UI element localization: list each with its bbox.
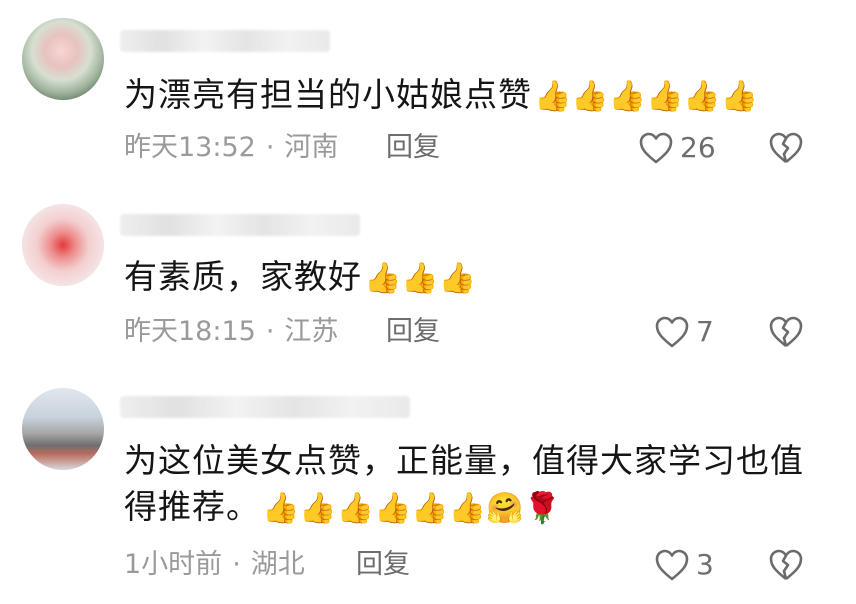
location: 河南 xyxy=(284,132,339,163)
location: 江苏 xyxy=(284,316,339,347)
timestamp: 1小时前 xyxy=(124,549,223,580)
avatar[interactable] xyxy=(22,18,104,100)
timestamp: 昨天18:15 xyxy=(124,316,256,347)
reply-button[interactable]: 回复 xyxy=(356,547,410,583)
avatar[interactable] xyxy=(22,388,104,470)
like-count: 3 xyxy=(696,548,714,581)
like-count: 7 xyxy=(696,315,714,348)
separator-dot: · xyxy=(265,132,275,163)
like-button[interactable]: 7 xyxy=(654,314,714,350)
comment-text: 有素质，家教好👍👍👍 xyxy=(124,254,816,302)
comment-body: 为漂亮有担当的小姑娘点赞 xyxy=(124,75,532,114)
separator-dot: · xyxy=(232,549,241,580)
comment-text: 为漂亮有担当的小姑娘点赞👍👍👍👍👍👍 xyxy=(124,72,816,120)
dislike-button[interactable] xyxy=(768,315,804,353)
thumbs-up-emojis: 👍👍👍👍👍👍 xyxy=(534,79,759,114)
thumbs-up-emojis: 👍👍👍👍👍👍🤗🌹 xyxy=(262,491,561,526)
location: 湖北 xyxy=(250,549,305,580)
heart-outline-icon xyxy=(639,132,673,164)
broken-heart-icon xyxy=(769,316,803,348)
comment-body: 有素质，家教好 xyxy=(124,257,362,296)
comment-item: 有素质，家教好👍👍👍 昨天18:15 · 江苏 回复 7 xyxy=(0,190,856,370)
separator-dot: · xyxy=(265,316,275,347)
heart-outline-icon xyxy=(655,549,689,581)
dislike-button[interactable] xyxy=(768,131,804,169)
like-button[interactable]: 3 xyxy=(654,547,714,583)
broken-heart-icon xyxy=(769,132,803,164)
thumbs-up-emojis: 👍👍👍 xyxy=(364,261,477,296)
username-blurred[interactable] xyxy=(120,396,410,418)
username-blurred[interactable] xyxy=(120,214,360,236)
avatar[interactable] xyxy=(22,204,104,286)
heart-outline-icon xyxy=(655,316,689,348)
timestamp: 昨天13:52 xyxy=(124,132,256,163)
comment-meta: 昨天13:52 · 河南 xyxy=(124,130,338,166)
comment-meta: 1小时前 · 湖北 xyxy=(124,547,305,583)
broken-heart-icon xyxy=(769,549,803,581)
comment-text: 为这位美女点赞，正能量，值得大家学习也值得推荐。👍👍👍👍👍👍🤗🌹 xyxy=(124,438,816,532)
username-blurred[interactable] xyxy=(120,30,330,52)
reply-button[interactable]: 回复 xyxy=(386,314,440,350)
dislike-button[interactable] xyxy=(768,548,804,586)
comment-item: 为漂亮有担当的小姑娘点赞👍👍👍👍👍👍 昨天13:52 · 河南 回复 26 xyxy=(0,0,856,190)
comment-meta: 昨天18:15 · 江苏 xyxy=(124,314,338,350)
comment-item: 为这位美女点赞，正能量，值得大家学习也值得推荐。👍👍👍👍👍👍🤗🌹 1小时前 · 湖北… xyxy=(0,370,856,604)
reply-button[interactable]: 回复 xyxy=(386,130,440,166)
like-button[interactable]: 26 xyxy=(638,130,716,166)
like-count: 26 xyxy=(680,131,716,164)
